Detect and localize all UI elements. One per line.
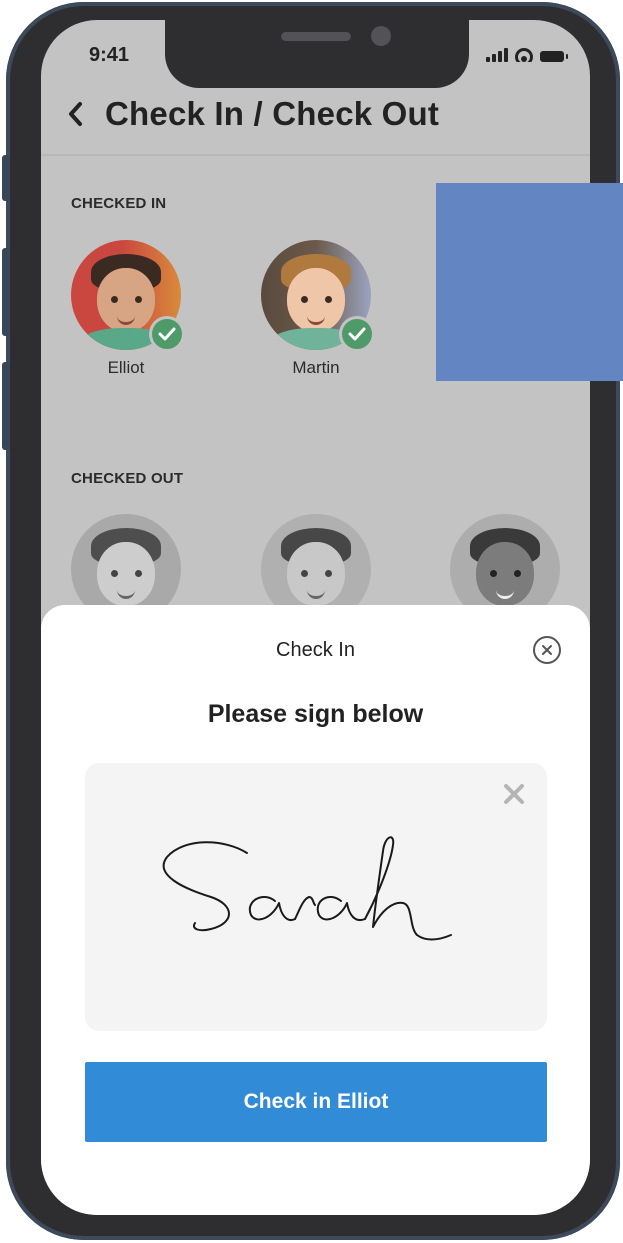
sheet-title: Check In [276, 639, 355, 661]
checked-in-label: CHECKED IN [71, 195, 167, 212]
status-time: 9:41 [89, 44, 130, 66]
speaker-grille [281, 32, 351, 41]
overlay-block [436, 183, 623, 381]
front-camera [371, 26, 391, 46]
checked-out-label: CHECKED OUT [71, 470, 184, 487]
child-name: Martin [292, 358, 340, 377]
notch [165, 20, 469, 88]
header-divider [41, 154, 590, 156]
volume-down-button [2, 362, 10, 450]
clear-signature-icon[interactable] [503, 783, 525, 805]
volume-up-button [2, 248, 10, 336]
page-title: Check In / Check Out [105, 95, 440, 132]
status-icons [486, 48, 568, 62]
child-name: Elliot [107, 358, 145, 377]
wifi-icon [515, 48, 533, 62]
close-circle-icon[interactable] [533, 636, 561, 664]
checkmark-badge-icon [339, 316, 375, 352]
checkmark-badge-icon [149, 316, 185, 352]
header: Check In / Check Out [67, 95, 439, 133]
child-martin[interactable]: Martin [260, 240, 375, 378]
mute-switch [2, 155, 10, 201]
child-elliot[interactable]: Elliot [70, 240, 185, 378]
signature-pad[interactable] [85, 763, 547, 1031]
signature-stroke [155, 831, 475, 966]
battery-icon [540, 51, 568, 62]
signal-icon [486, 48, 508, 62]
check-in-button[interactable]: Check in Elliot [85, 1062, 547, 1142]
check-in-sheet: Check In Please sign below Check in Elli… [41, 605, 590, 1215]
sign-prompt: Please sign below [207, 700, 424, 728]
back-chevron-icon[interactable] [67, 99, 87, 129]
